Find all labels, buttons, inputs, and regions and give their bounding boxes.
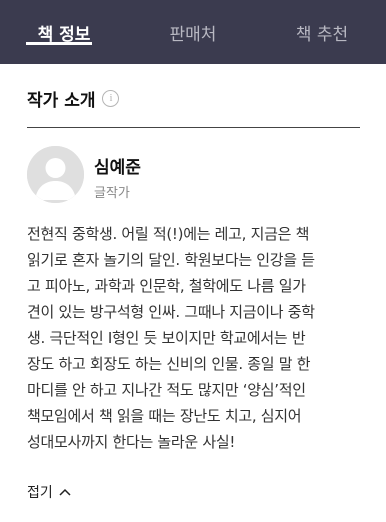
bio-line: 읽기로 혼자 놀기의 달인. 학원보다는 인강을 듣	[27, 251, 315, 269]
info-icon[interactable]: i	[102, 90, 120, 107]
author-name: 심예준	[94, 158, 141, 178]
bio-line: 마디를 안 하고 지나간 적도 많지만 ‘양심’적인	[27, 381, 306, 399]
author-role: 글작가	[94, 186, 130, 201]
tab-sellers[interactable]: 판매처	[143, 0, 243, 64]
bio-line: 전현직 중학생. 어릴 적(!)에는 레고, 지금은 책	[27, 225, 310, 243]
bio-line: 장도 하고 회장도 하는 신비의 인물. 종일 말 한	[27, 355, 311, 373]
collapse-label: 접기	[27, 485, 53, 501]
section-header: 작가 소개 i	[27, 86, 120, 111]
tab-bar: 책 정보 판매처 책 추천	[0, 0, 386, 64]
tab-book-recommendations[interactable]: 책 추천	[272, 0, 372, 64]
bio-line: 견이 있는 방구석형 인싸. 그때나 지금이나 중학	[27, 303, 315, 321]
chevron-up-icon	[59, 488, 71, 496]
author-bio: 전현직 중학생. 어릴 적(!)에는 레고, 지금은 책 읽기로 혼자 놀기의 …	[27, 221, 367, 455]
section-title: 작가 소개	[27, 91, 96, 111]
bio-line: 생. 극단적인 I형인 듯 보이지만 학교에서는 반	[27, 329, 306, 347]
collapse-button[interactable]: 접기	[27, 482, 71, 502]
section-divider	[27, 127, 360, 128]
active-tab-indicator	[26, 42, 92, 45]
bio-line: 고 피아노, 과학과 인문학, 철학에도 나름 일가	[27, 277, 306, 295]
tab-book-info[interactable]: 책 정보	[14, 0, 114, 64]
person-placeholder-icon	[27, 146, 84, 203]
bio-line: 책모임에서 책 읽을 때는 장난도 치고, 심지어	[27, 407, 302, 425]
bio-line: 성대모사까지 한다는 놀라운 사실!	[27, 433, 236, 451]
author-avatar	[27, 146, 84, 203]
